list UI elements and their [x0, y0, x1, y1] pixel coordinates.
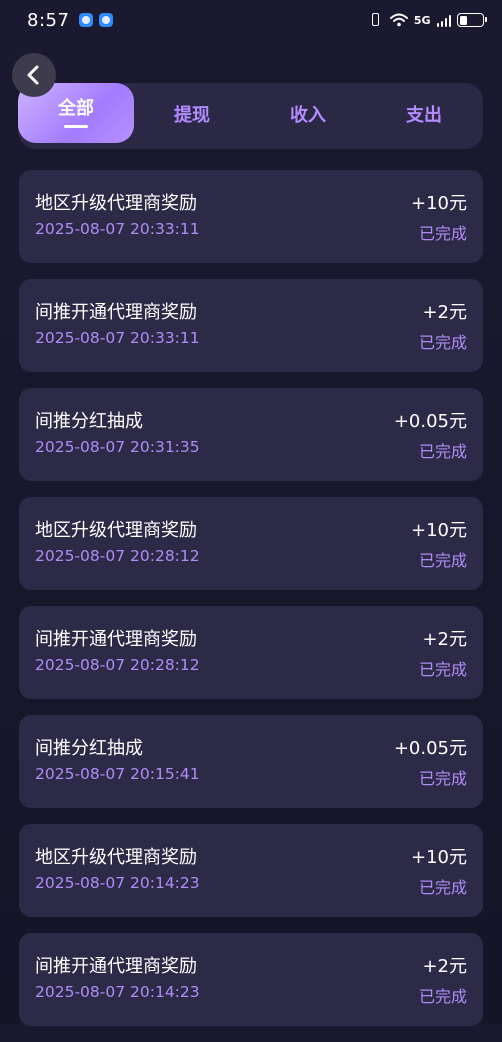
- network-type-label: 5G: [413, 13, 431, 27]
- transaction-card[interactable]: 地区升级代理商奖励 2025-08-07 20:33:11 +10元 已完成: [19, 170, 483, 263]
- active-tab-indicator: [64, 124, 88, 128]
- tab-label: 提现: [174, 105, 210, 126]
- tab-withdraw[interactable]: 提现: [134, 83, 250, 149]
- transaction-status: 已完成: [418, 333, 467, 352]
- transaction-status: 已完成: [418, 224, 467, 243]
- transaction-status: 已完成: [418, 769, 467, 788]
- tab-income[interactable]: 收入: [250, 83, 366, 149]
- tab-label: 收入: [290, 105, 326, 126]
- tab-bar: 全部 提现 收入 支出: [18, 83, 483, 149]
- tab-expense[interactable]: 支出: [366, 83, 482, 149]
- back-button[interactable]: [12, 53, 56, 97]
- transaction-card[interactable]: 间推开通代理商奖励 2025-08-07 20:14:23 +2元 已完成: [19, 933, 483, 1026]
- transaction-card[interactable]: 地区升级代理商奖励 2025-08-07 20:28:12 +10元 已完成: [19, 497, 483, 590]
- transaction-status: 已完成: [418, 551, 467, 570]
- transaction-time: 2025-08-07 20:28:12: [35, 547, 200, 565]
- transaction-time: 2025-08-07 20:33:11: [35, 220, 200, 238]
- battery-icon: [457, 13, 487, 27]
- transaction-status: 已完成: [418, 442, 467, 461]
- transaction-card[interactable]: 地区升级代理商奖励 2025-08-07 20:14:23 +10元 已完成: [19, 824, 483, 917]
- transaction-card[interactable]: 间推分红抽成 2025-08-07 20:31:35 +0.05元 已完成: [19, 388, 483, 481]
- transaction-card[interactable]: 间推分红抽成 2025-08-07 20:15:41 +0.05元 已完成: [19, 715, 483, 808]
- battery-level: [459, 15, 468, 25]
- transaction-title: 间推开通代理商奖励: [35, 956, 197, 977]
- app-notification-icon: [79, 13, 94, 27]
- transaction-amount: +2元: [422, 629, 467, 650]
- notification-icons: [79, 13, 114, 27]
- transaction-title: 地区升级代理商奖励: [35, 193, 197, 214]
- transaction-status: 已完成: [418, 878, 467, 897]
- transaction-amount: +10元: [411, 847, 467, 868]
- status-bar: 8:57 5G: [0, 0, 502, 40]
- chevron-left-icon: [27, 65, 39, 85]
- transaction-time: 2025-08-07 20:33:11: [35, 329, 200, 347]
- transaction-title: 间推分红抽成: [35, 738, 143, 759]
- transaction-status: 已完成: [418, 660, 467, 679]
- transaction-time: 2025-08-07 20:28:12: [35, 656, 200, 674]
- app-notification-icon: [99, 13, 114, 27]
- transaction-status: 已完成: [418, 987, 467, 1006]
- transaction-card[interactable]: 间推开通代理商奖励 2025-08-07 20:33:11 +2元 已完成: [19, 279, 483, 372]
- transaction-amount: +2元: [422, 302, 467, 323]
- transaction-title: 间推分红抽成: [35, 411, 143, 432]
- vibrate-icon: [368, 13, 384, 27]
- transaction-title: 地区升级代理商奖励: [35, 520, 197, 541]
- transaction-amount: +0.05元: [393, 738, 467, 759]
- transaction-time: 2025-08-07 20:14:23: [35, 874, 200, 892]
- transaction-card[interactable]: 间推开通代理商奖励 2025-08-07 20:28:12 +2元 已完成: [19, 606, 483, 699]
- status-right: 5G: [368, 13, 487, 27]
- transaction-time: 2025-08-07 20:15:41: [35, 765, 200, 783]
- transaction-time: 2025-08-07 20:31:35: [35, 438, 200, 456]
- transaction-amount: +10元: [411, 193, 467, 214]
- wifi-icon: [389, 13, 408, 27]
- transaction-amount: +10元: [411, 520, 467, 541]
- tab-label: 全部: [58, 97, 94, 119]
- transaction-title: 地区升级代理商奖励: [35, 847, 197, 868]
- transaction-title: 间推开通代理商奖励: [35, 302, 197, 323]
- transaction-time: 2025-08-07 20:14:23: [35, 983, 200, 1001]
- tab-label: 支出: [406, 105, 442, 126]
- transaction-title: 间推开通代理商奖励: [35, 629, 197, 650]
- transaction-amount: +0.05元: [393, 411, 467, 432]
- transaction-list: 地区升级代理商奖励 2025-08-07 20:33:11 +10元 已完成 间…: [19, 170, 483, 1042]
- status-time: 8:57: [27, 9, 70, 31]
- transaction-amount: +2元: [422, 956, 467, 977]
- signal-icon: [436, 14, 451, 27]
